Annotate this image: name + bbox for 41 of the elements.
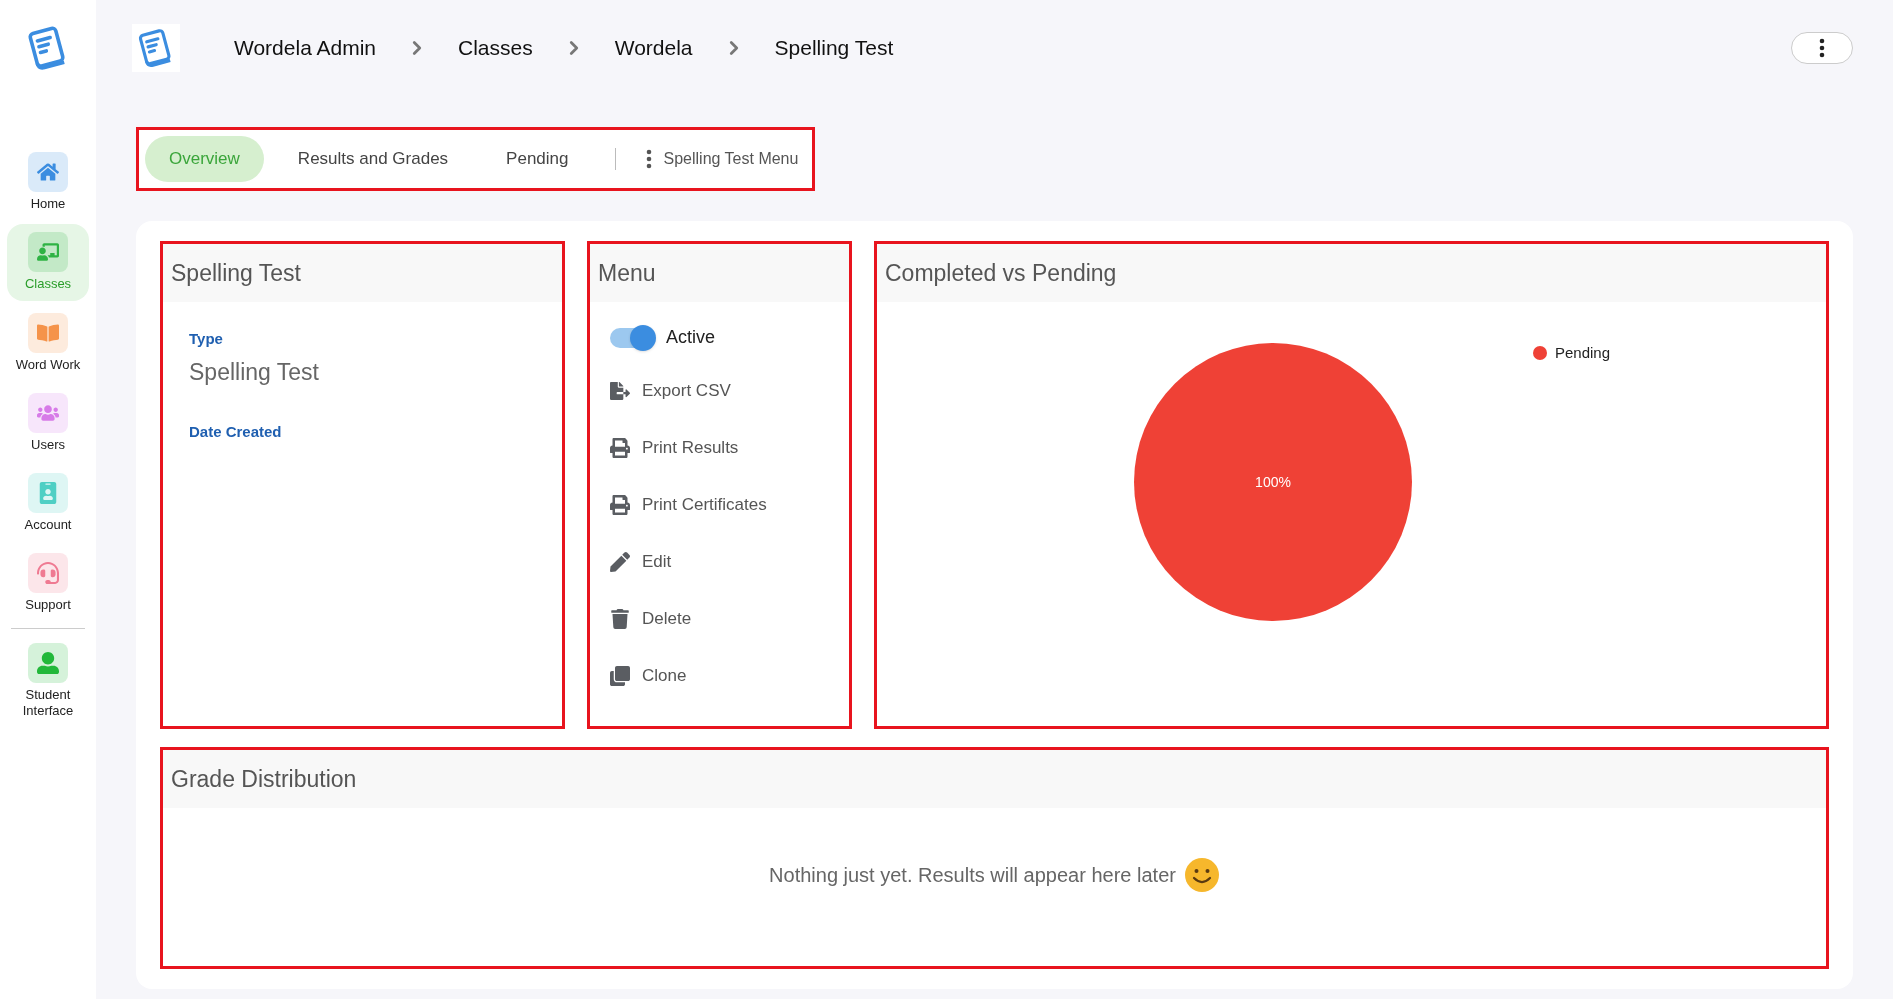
tab-menu-button[interactable]: Spelling Test Menu (637, 136, 807, 182)
sidebar-item[interactable]: Home (7, 144, 89, 221)
printer-icon (610, 437, 630, 458)
card-title: Grade Distribution (171, 764, 357, 794)
menu-item[interactable]: Edit (610, 544, 829, 579)
smiley-icon (1183, 857, 1220, 893)
menu-item[interactable]: Print Certificates (610, 487, 829, 522)
sidebar-item[interactable]: Student Interface (7, 634, 89, 727)
field-value: Spelling Test (189, 357, 320, 387)
tab[interactable]: Pending (482, 136, 593, 182)
menu-item[interactable]: Print Results (610, 430, 829, 465)
kebab-icon (1819, 37, 1825, 58)
toggle-switch[interactable] (610, 327, 654, 348)
legend-label: Pending (1554, 343, 1611, 363)
toggle-label: Active (666, 326, 716, 349)
field-label: Type (189, 329, 224, 349)
menu-item[interactable]: Export CSV (610, 373, 829, 408)
card-title: Completed vs Pending (885, 258, 1117, 288)
more-options-button[interactable] (1791, 31, 1853, 64)
breadcrumb-link[interactable]: Classes (458, 31, 533, 64)
breadcrumb-link[interactable]: Spelling Test (774, 31, 894, 64)
menu-item[interactable]: Clone (610, 658, 829, 693)
sidebar-item[interactable]: Users (7, 384, 89, 461)
field-label: Date Created (189, 422, 283, 442)
menu-item[interactable]: Delete (610, 601, 829, 636)
tab[interactable]: Results and Grades (273, 136, 473, 182)
slice-label: 100% (1255, 474, 1291, 490)
sidebar-item[interactable]: Support (7, 545, 89, 622)
card-title: Spelling Test (171, 258, 301, 288)
breadcrumb-link[interactable]: Wordela Admin (234, 31, 377, 64)
printer-icon (610, 494, 630, 515)
export-icon (610, 380, 630, 401)
kebab-icon (645, 149, 652, 169)
trash-icon (610, 608, 630, 629)
empty-state-message: Nothing just yet. Results will appear here later (769, 863, 1176, 888)
breadcrumb-link[interactable]: Wordela (614, 31, 693, 64)
card-title: Menu (598, 258, 656, 288)
copy-icon (610, 665, 630, 686)
sidebar-item[interactable]: Word Work (7, 304, 89, 381)
sidebar-item[interactable]: Account (7, 465, 89, 542)
pencil-icon (610, 551, 630, 572)
